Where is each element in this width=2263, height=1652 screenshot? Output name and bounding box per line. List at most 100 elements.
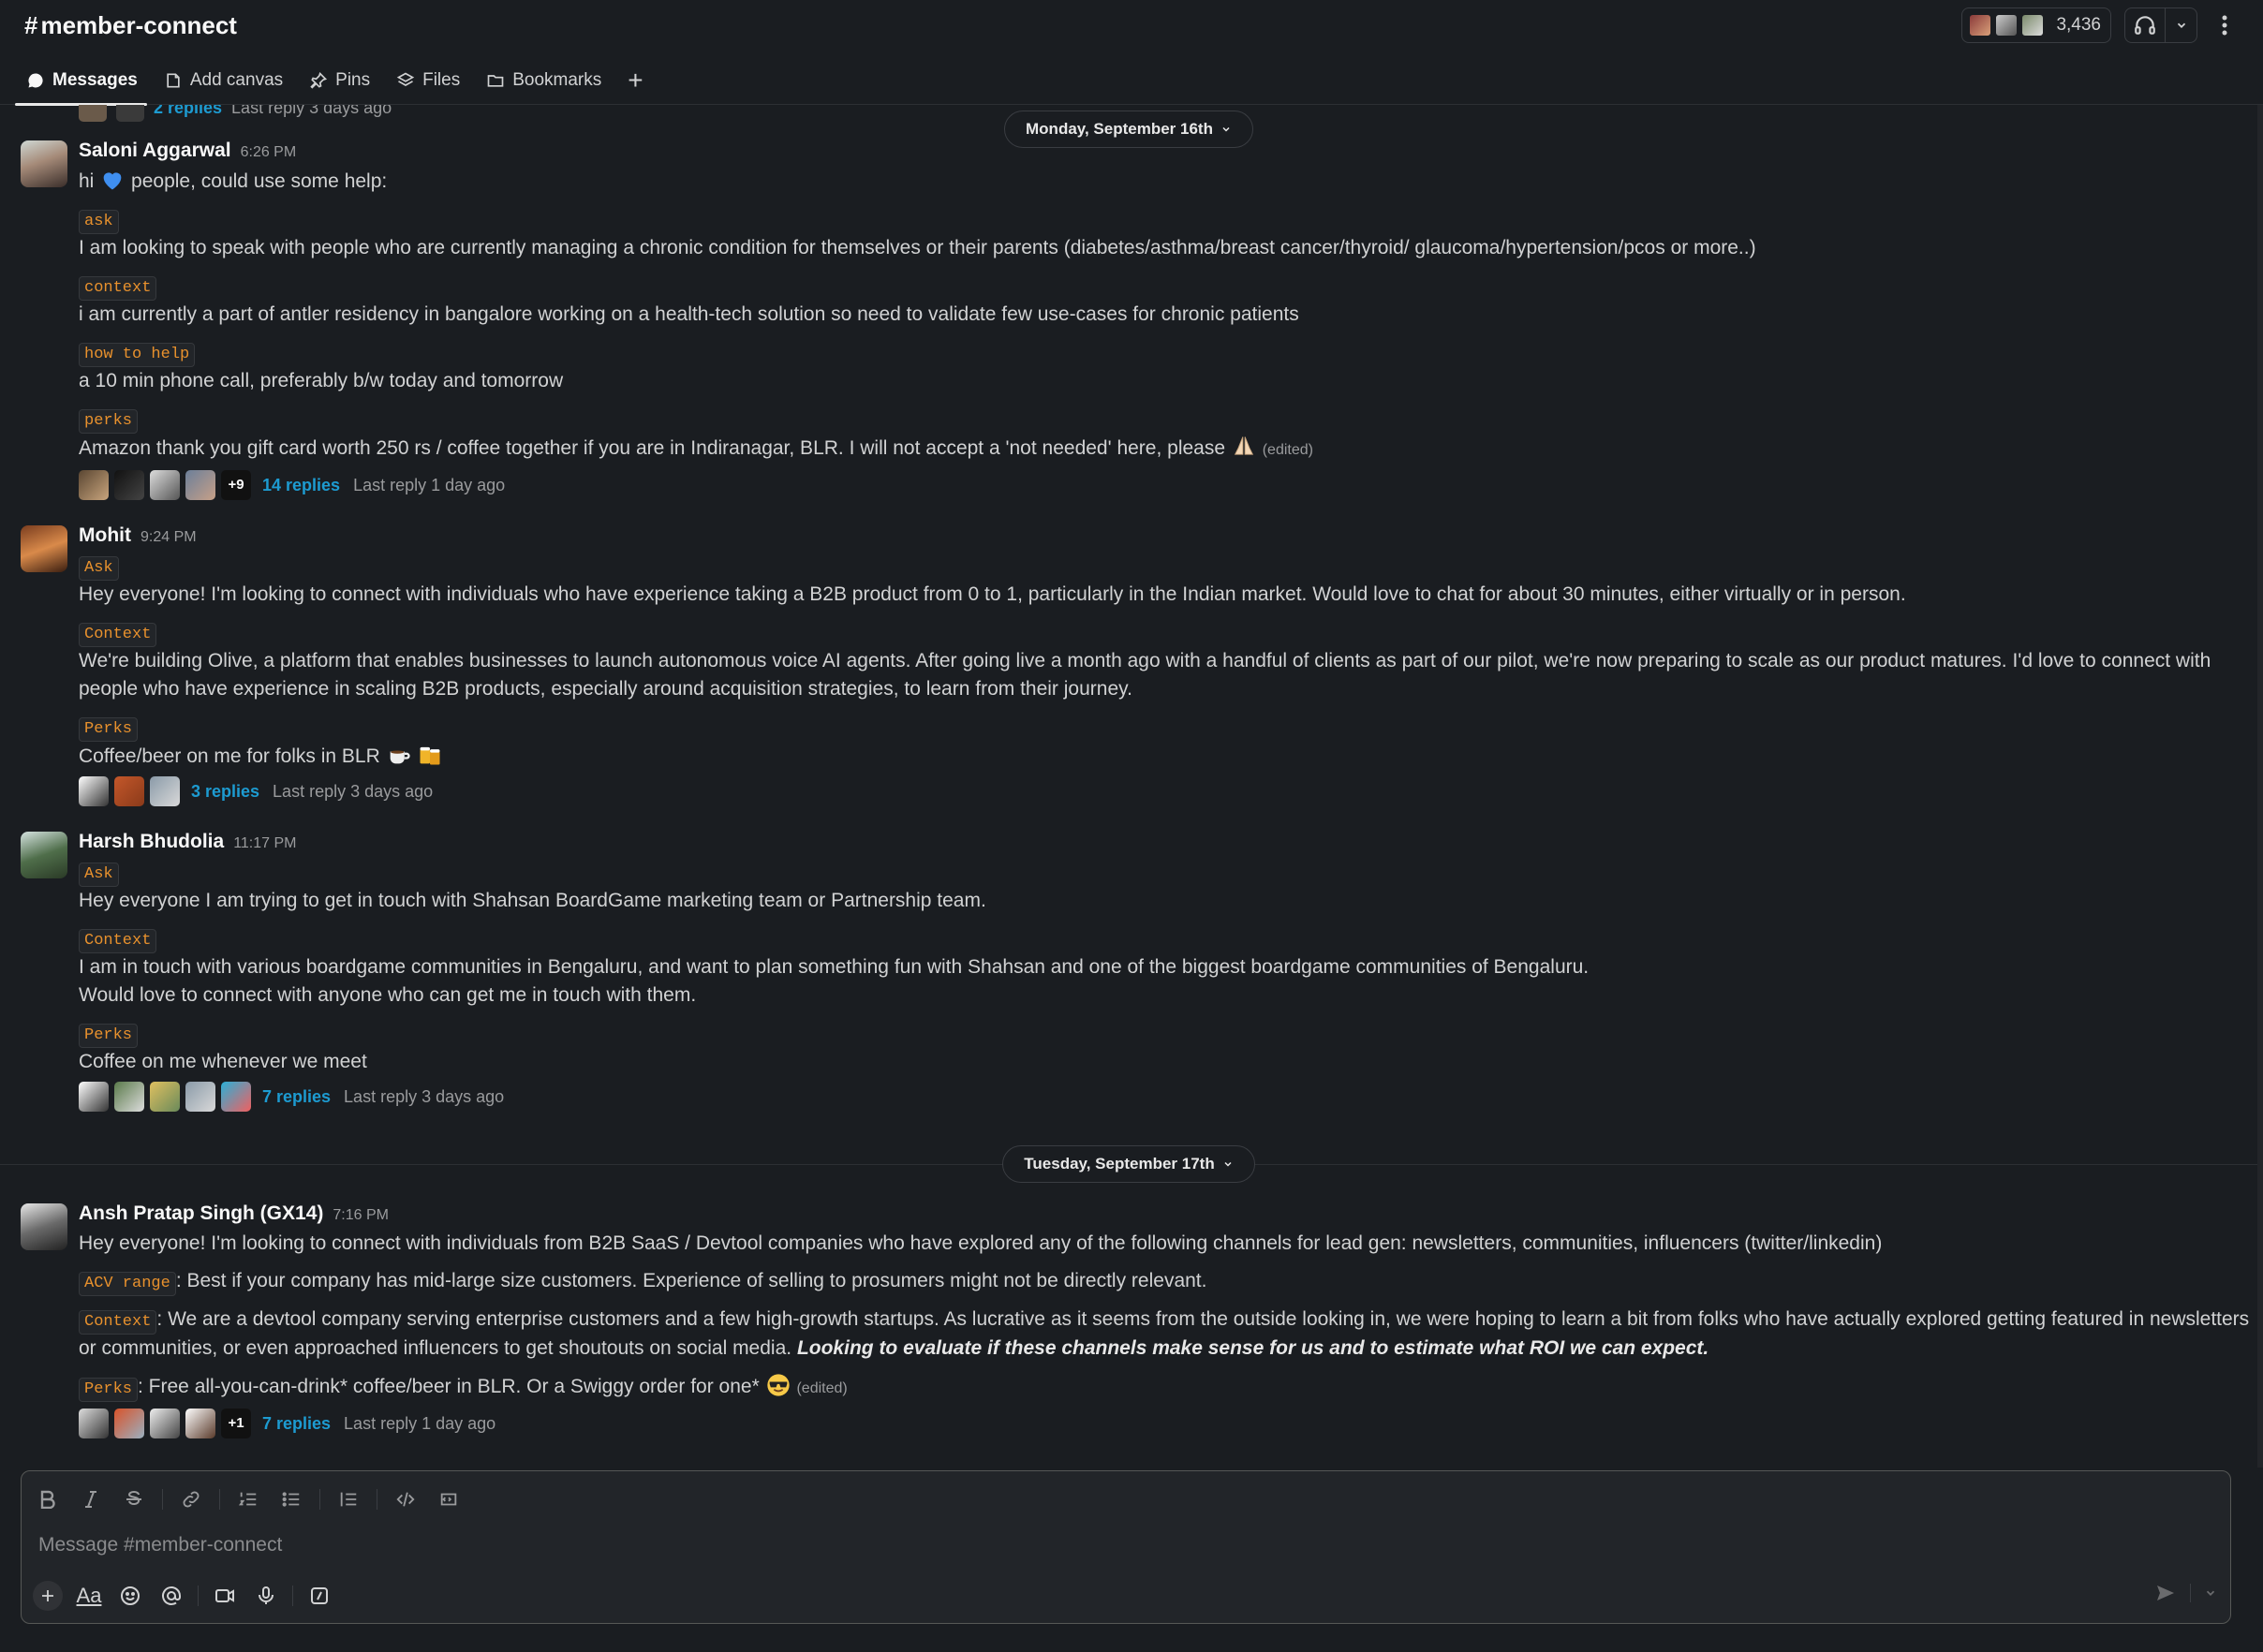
- thread-summary[interactable]: 7 replies Last reply 3 days ago: [79, 1080, 2250, 1114]
- ordered-list-icon[interactable]: [233, 1484, 263, 1514]
- channel-tabs: Messages Add canvas Pins Files Bookmarks…: [0, 56, 2263, 106]
- toolbar-divider: [162, 1489, 163, 1510]
- code-block-icon[interactable]: [434, 1484, 464, 1514]
- message-text: Hey everyone! I'm looking to connect wit…: [79, 583, 1906, 605]
- link-icon[interactable]: [176, 1484, 206, 1514]
- strikethrough-icon[interactable]: [119, 1484, 149, 1514]
- replies-link[interactable]: 14 replies: [262, 471, 340, 499]
- avatar: [150, 776, 180, 806]
- avatar: [150, 1409, 180, 1438]
- avatar[interactable]: [21, 525, 67, 572]
- emoji-icon[interactable]: [115, 1581, 145, 1611]
- timestamp[interactable]: 6:26 PM: [241, 139, 297, 167]
- replies-link[interactable]: 7 replies: [262, 1083, 331, 1111]
- avatar[interactable]: [21, 1203, 67, 1250]
- tab-label: Pins: [335, 69, 371, 90]
- message-composer[interactable]: Aa: [21, 1470, 2231, 1624]
- more-options-icon[interactable]: [2211, 7, 2239, 43]
- chevron-down-icon[interactable]: [2204, 1586, 2217, 1600]
- microphone-icon[interactable]: [251, 1581, 281, 1611]
- avatar: [221, 1082, 251, 1112]
- channel-title[interactable]: # member-connect: [24, 11, 237, 40]
- last-reply-text: Last reply 3 days ago: [344, 1087, 505, 1106]
- message-text-row: or communities, or even approached influ…: [79, 1335, 2250, 1363]
- plus-icon: +: [628, 65, 643, 95]
- blockquote-icon[interactable]: [333, 1484, 363, 1514]
- thread-summary[interactable]: 3 replies Last reply 3 days ago: [79, 774, 2250, 808]
- edited-label: (edited): [1262, 442, 1313, 458]
- toolbar-divider: [219, 1489, 220, 1510]
- tag-ask: ask: [79, 210, 119, 234]
- sunglasses-face-icon: [765, 1372, 791, 1398]
- message-text: or communities, or even approached influ…: [79, 1337, 792, 1359]
- author-name[interactable]: Mohit: [79, 522, 131, 550]
- timestamp[interactable]: 9:24 PM: [141, 524, 197, 552]
- message[interactable]: Mohit 9:24 PM Ask Hey everyone! I'm look…: [21, 522, 2250, 808]
- coffee-icon: [386, 742, 412, 768]
- tab-label: Bookmarks: [512, 69, 602, 90]
- slash-command-icon[interactable]: [304, 1581, 334, 1611]
- last-reply-text: Last reply 3 days ago: [273, 782, 434, 801]
- date-pill[interactable]: Tuesday, September 17th: [1002, 1145, 1255, 1183]
- thread-summary[interactable]: +9 14 replies Last reply 1 day ago: [79, 468, 2250, 502]
- more-participants: +1: [221, 1409, 251, 1438]
- code-icon[interactable]: [391, 1484, 421, 1514]
- tag-perks: perks: [79, 409, 139, 434]
- author-name[interactable]: Saloni Aggarwal: [79, 137, 231, 165]
- members-button[interactable]: 3,436: [1961, 7, 2111, 43]
- chevron-down-icon: [1222, 1158, 1234, 1170]
- greeting-text: people, could use some help:: [131, 170, 388, 192]
- timestamp[interactable]: 11:17 PM: [233, 830, 296, 858]
- chevron-down-icon[interactable]: [2165, 8, 2196, 42]
- italic-icon[interactable]: [76, 1484, 106, 1514]
- headphones-icon[interactable]: [2125, 8, 2165, 42]
- blue-heart-icon: [99, 167, 126, 193]
- add-tab-button[interactable]: +: [628, 56, 643, 105]
- huddle-button[interactable]: [2124, 7, 2197, 43]
- tag-context: Context: [79, 929, 157, 953]
- avatar: [185, 1409, 215, 1438]
- scrollbar[interactable]: [2257, 105, 2263, 1468]
- author-name[interactable]: Harsh Bhudolia: [79, 828, 224, 856]
- tag-perks: Perks: [79, 1378, 139, 1402]
- tag-context: Context: [79, 1310, 157, 1335]
- message-input[interactable]: [38, 1529, 2193, 1561]
- member-avatar: [1968, 13, 1993, 37]
- formatting-label: Aa: [76, 1584, 102, 1607]
- tag-perks: Perks: [79, 1024, 139, 1048]
- message-text: We're building Olive, a platform that en…: [79, 650, 2211, 671]
- replies-link[interactable]: 7 replies: [262, 1409, 331, 1438]
- thread-summary[interactable]: +1 7 replies Last reply 1 day ago: [79, 1407, 2250, 1440]
- formatting-toggle-icon[interactable]: Aa: [74, 1581, 104, 1611]
- edited-label: (edited): [796, 1380, 848, 1396]
- plus-icon[interactable]: [33, 1581, 63, 1611]
- bold-icon[interactable]: [33, 1484, 63, 1514]
- avatar: [185, 470, 215, 500]
- message[interactable]: Harsh Bhudolia 11:17 PM Ask Hey everyone…: [21, 828, 2250, 1114]
- mention-icon[interactable]: [156, 1581, 186, 1611]
- author-name[interactable]: Ansh Pratap Singh (GX14): [79, 1200, 323, 1228]
- replies-link[interactable]: 3 replies: [191, 777, 259, 805]
- canvas-icon: [164, 71, 183, 90]
- tab-files[interactable]: Files: [396, 56, 460, 105]
- tab-add-canvas[interactable]: Add canvas: [164, 56, 283, 105]
- tab-pins[interactable]: Pins: [309, 56, 370, 105]
- message[interactable]: Saloni Aggarwal 6:26 PM hi people, could…: [21, 137, 2250, 502]
- message-list[interactable]: 2 replies Last reply 3 days ago Monday, …: [0, 105, 2257, 1468]
- tab-bookmarks[interactable]: Bookmarks: [486, 56, 601, 105]
- avatar[interactable]: [21, 832, 67, 878]
- timestamp[interactable]: 7:16 PM: [333, 1202, 389, 1230]
- tag-ask: Ask: [79, 863, 119, 887]
- more-participants: +9: [221, 470, 251, 500]
- message-bubble-icon: [26, 71, 45, 90]
- send-area: [2154, 1582, 2217, 1604]
- avatar: [150, 1082, 180, 1112]
- tab-messages[interactable]: Messages: [15, 56, 147, 106]
- avatar[interactable]: [21, 140, 67, 187]
- message[interactable]: Ansh Pratap Singh (GX14) 7:16 PM Hey eve…: [21, 1200, 2250, 1440]
- date-label: Tuesday, September 17th: [1024, 1155, 1215, 1173]
- bulleted-list-icon[interactable]: [276, 1484, 306, 1514]
- video-icon[interactable]: [210, 1581, 240, 1611]
- tab-label: Files: [422, 69, 461, 90]
- send-icon[interactable]: [2154, 1582, 2177, 1604]
